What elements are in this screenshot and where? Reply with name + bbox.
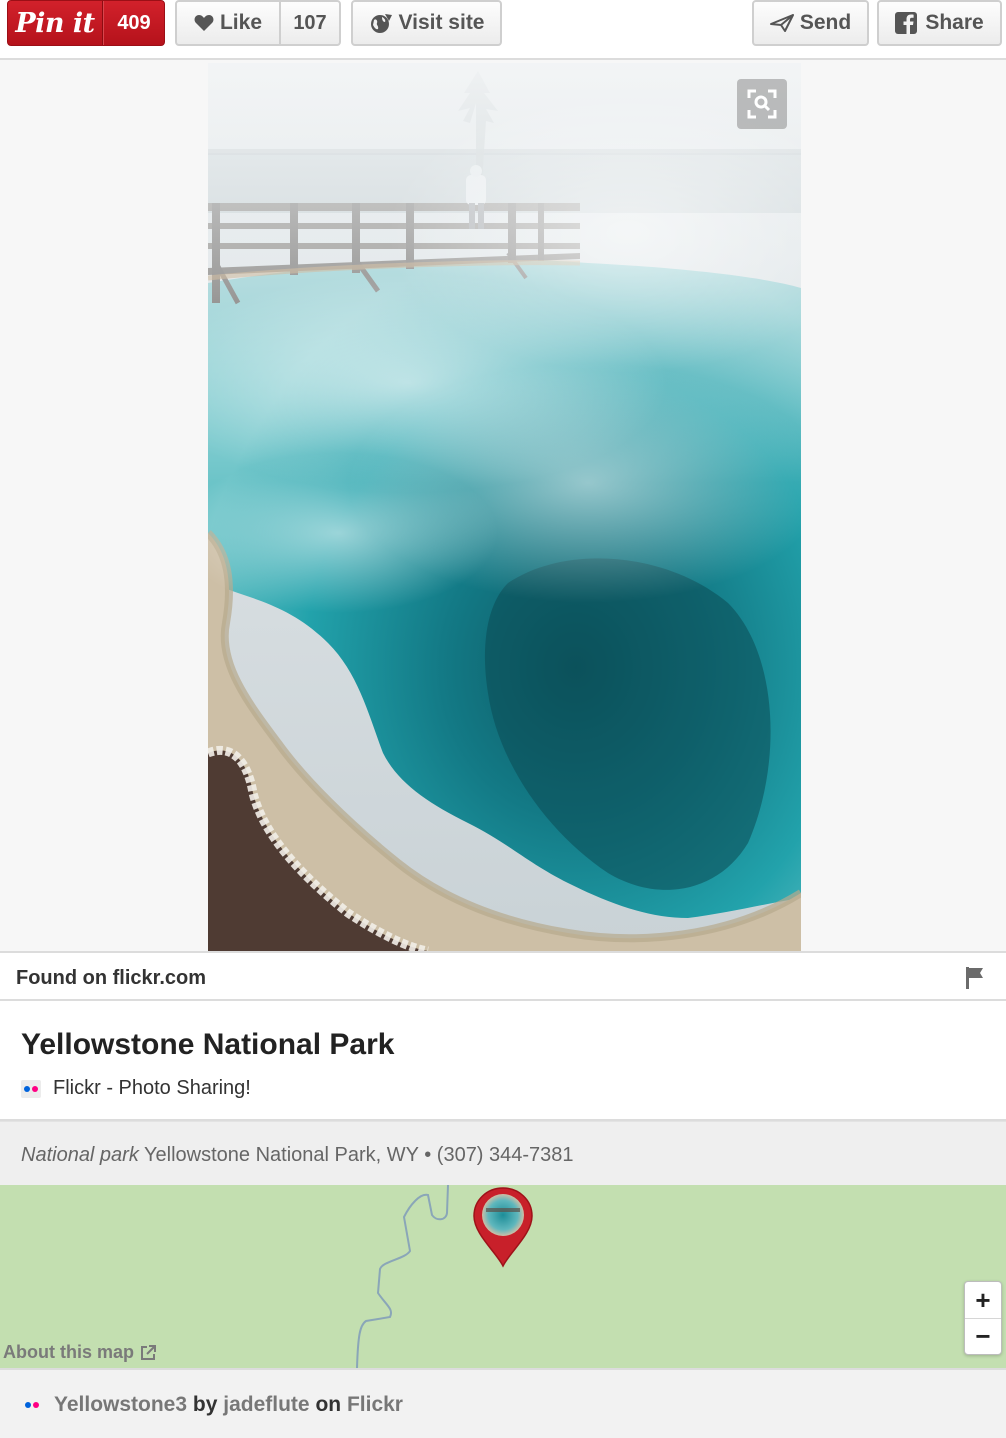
about-map-link[interactable]: About this map — [3, 1342, 156, 1363]
pin-it-button[interactable]: Pin it 409 — [7, 0, 165, 46]
source-name: Flickr - Photo Sharing! — [53, 1077, 251, 1099]
send-label: Send — [799, 11, 852, 34]
attribution-bar: Yellowstone3 by jadeflute on Flickr — [0, 1368, 1006, 1438]
like-button[interactable]: Like 107 — [175, 0, 341, 46]
send-button[interactable]: Send — [752, 0, 869, 46]
external-link-icon — [140, 1344, 156, 1361]
about-map-label: About this map — [3, 1342, 134, 1362]
like-count: 107 — [293, 11, 327, 34]
flickr-icon — [21, 1079, 41, 1098]
facebook-icon — [895, 12, 918, 34]
visit-site-label: Visit site — [398, 11, 485, 34]
paper-plane-icon — [769, 14, 794, 32]
source-line[interactable]: Flickr - Photo Sharing! — [21, 1077, 251, 1100]
flickr-icon — [22, 1396, 42, 1414]
place-address: Yellowstone National Park, WY — [144, 1144, 419, 1166]
found-on-bar: Found on flickr.com — [0, 951, 1006, 1001]
pin-it-label: Pin it — [8, 1, 103, 45]
place-info-bar: National park Yellowstone National Park,… — [0, 1121, 1006, 1185]
flag-icon[interactable] — [966, 967, 984, 994]
attribution-by: by — [192, 1393, 218, 1416]
place-type: National park — [21, 1144, 139, 1166]
magnifier-icon — [747, 89, 777, 119]
attribution-on: on — [315, 1393, 342, 1416]
map-zoom-controls: + − — [964, 1281, 1002, 1355]
author-link[interactable]: jadeflute — [223, 1393, 309, 1416]
place-phone[interactable]: (307) 344-7381 — [437, 1144, 574, 1166]
map-zoom-out-button[interactable]: − — [965, 1318, 1001, 1354]
pin-image-area — [0, 60, 1006, 951]
place-line: National park Yellowstone National Park,… — [21, 1144, 574, 1167]
site-link[interactable]: Flickr — [347, 1393, 403, 1416]
zoom-image-button[interactable] — [737, 79, 787, 129]
visit-site-button[interactable]: Visit site — [351, 0, 502, 46]
map-zoom-in-button[interactable]: + — [965, 1282, 1001, 1318]
heart-icon — [194, 14, 214, 32]
attribution-line: Yellowstone3 by jadeflute on Flickr — [22, 1393, 403, 1417]
place-map[interactable]: About this map + − — [0, 1185, 1006, 1368]
share-label: Share — [925, 11, 984, 34]
pin-count: 409 — [103, 1, 164, 45]
place-separator: • — [424, 1144, 432, 1166]
like-main[interactable]: Like — [177, 2, 281, 44]
pin-photo[interactable] — [208, 63, 801, 951]
action-toolbar: Pin it 409 Like 107 Visit site Send Shar… — [0, 0, 1006, 60]
photo-title-link[interactable]: Yellowstone3 — [54, 1393, 187, 1416]
like-label: Like — [219, 11, 263, 34]
map-marker[interactable] — [472, 1186, 534, 1273]
globe-icon — [369, 12, 393, 34]
pin-title-block: Yellowstone National Park Flickr - Photo… — [0, 1001, 1006, 1121]
pin-title: Yellowstone National Park — [21, 1028, 395, 1061]
share-button[interactable]: Share — [877, 0, 1002, 46]
found-on-link[interactable]: Found on flickr.com — [16, 967, 206, 990]
